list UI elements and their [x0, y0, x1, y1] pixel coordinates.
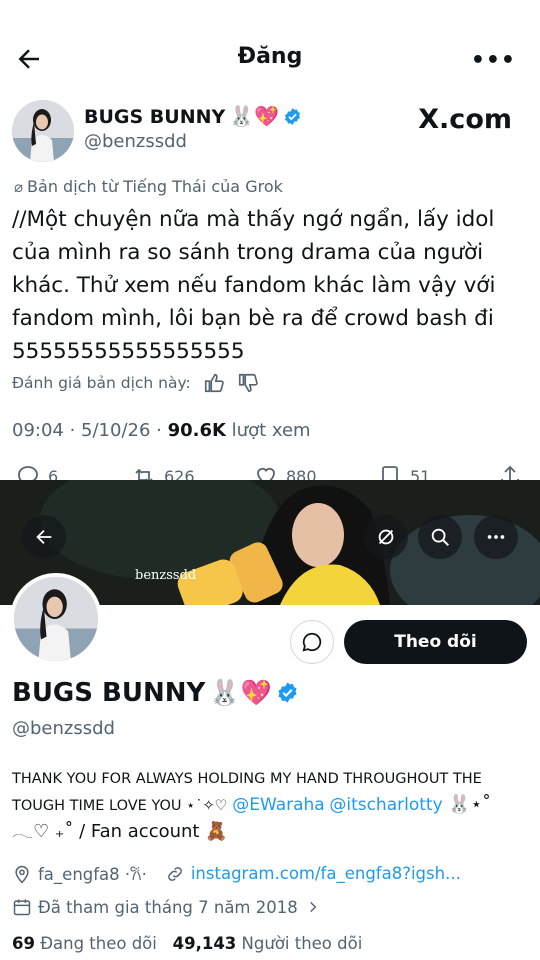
author-emojis: 🐰💖 — [229, 104, 280, 128]
bio-line-2: TOUGH TIME LOVE YOU ⋆˙✧♡ @EWaraha @itsch… — [12, 792, 532, 819]
page-title: Đăng — [237, 44, 303, 69]
profile-more-button[interactable] — [474, 515, 518, 559]
follow-stats: 69 Đang theo dõi 49,143 Người theo dõi — [12, 934, 362, 953]
profile-handle: @benzssdd — [12, 718, 115, 739]
grok-icon — [378, 529, 394, 545]
author-handle[interactable]: @benzssdd — [84, 131, 187, 152]
profile-joined-row[interactable]: Đã tham gia tháng 7 năm 2018 — [12, 897, 320, 917]
profile-name-text: BUGS BUNNY — [12, 678, 206, 708]
author-name-text: BUGS BUNNY — [84, 106, 226, 128]
x-watermark: X.com — [418, 104, 512, 135]
post-timestamp: 09:04 · 5/10/26 · — [12, 420, 168, 441]
bio-line-1: THANK YOU FOR ALWAYS HOLDING MY HAND THR… — [12, 771, 482, 787]
post-text: //Một chuyện nữa mà thấy ngớ ngẩn, lấy i… — [12, 207, 496, 364]
profile-avatar[interactable] — [10, 573, 102, 665]
translation-note: ⌀ Bản dịch từ Tiếng Thái của Grok — [14, 177, 283, 196]
views-label: lượt xem — [225, 420, 311, 441]
bio-text: 🐰⋆˚ — [442, 794, 492, 815]
rate-translation-label: Đánh giá bản dịch này: — [12, 374, 191, 392]
following-count: 69 — [12, 934, 35, 953]
post-meta: 09:04 · 5/10/26 · 90.6K lượt xem — [12, 420, 311, 441]
bio-line-3: 𓂃♡ ₊˚ / Fan account 🧸 — [12, 821, 228, 842]
profile-joined-date: Đã tham gia tháng 7 năm 2018 — [38, 897, 298, 917]
translation-note-text: Bản dịch từ Tiếng Thái của Grok — [27, 177, 283, 196]
profile-location: fa_engfa8 ·𐙚· — [38, 865, 147, 884]
following-label: Đang theo dõi — [34, 934, 157, 953]
search-icon — [431, 528, 449, 546]
post-actions-row: 6 626 880 51 — [12, 462, 532, 482]
followers-count: 49,143 — [172, 934, 237, 953]
author-avatar[interactable] — [12, 100, 74, 162]
mention-link[interactable]: @EWaraha — [232, 795, 324, 815]
followers-link[interactable]: 49,143 Người theo dõi — [173, 934, 363, 953]
profile-name: BUGS BUNNY 🐰💖 — [12, 678, 299, 708]
bio-text: TOUGH TIME LOVE YOU ⋆˙✧♡ — [12, 798, 233, 814]
profile-bio: THANK YOU FOR ALWAYS HOLDING MY HAND THR… — [12, 766, 532, 845]
more-options-icon[interactable]: ••• — [471, 48, 516, 73]
verified-badge-icon — [277, 682, 297, 703]
translate-icon: ⌀ — [14, 178, 24, 196]
views-count: 90.6K — [167, 420, 226, 441]
rate-translation-row: Đánh giá bản dịch này: — [12, 372, 259, 394]
profile-name-emojis: 🐰💖 — [209, 678, 272, 707]
profile-back-button[interactable] — [22, 515, 66, 559]
profile-info-row: fa_engfa8 ·𐙚· instagram.com/fa_engfa8?ig… — [12, 862, 461, 885]
chat-bubble-icon — [302, 632, 322, 652]
verified-badge-icon — [285, 108, 301, 125]
link-icon — [167, 866, 182, 881]
chevron-right-icon — [309, 901, 317, 913]
post-header: Đăng ••• — [0, 0, 540, 118]
calendar-icon — [13, 899, 31, 916]
location-pin-icon — [15, 865, 29, 883]
thumbs-up-icon[interactable] — [203, 372, 225, 394]
search-button[interactable] — [418, 515, 462, 559]
profile-website-link[interactable]: instagram.com/fa_engfa8?igsh... — [191, 864, 461, 883]
message-button[interactable] — [290, 620, 334, 664]
mention-link[interactable]: @itscharlotty — [329, 795, 442, 815]
followers-label: Người theo dõi — [236, 934, 363, 953]
back-arrow-icon — [36, 529, 52, 545]
grok-button[interactable] — [364, 515, 408, 559]
follow-button[interactable]: Theo dõi — [344, 620, 527, 664]
following-link[interactable]: 69 Đang theo dõi — [12, 934, 157, 953]
banner-watermark: benzssdd — [135, 568, 197, 583]
thumbs-down-icon[interactable] — [237, 372, 259, 394]
author-name[interactable]: BUGS BUNNY 🐰💖 — [84, 104, 302, 128]
more-dots-icon — [487, 535, 505, 539]
